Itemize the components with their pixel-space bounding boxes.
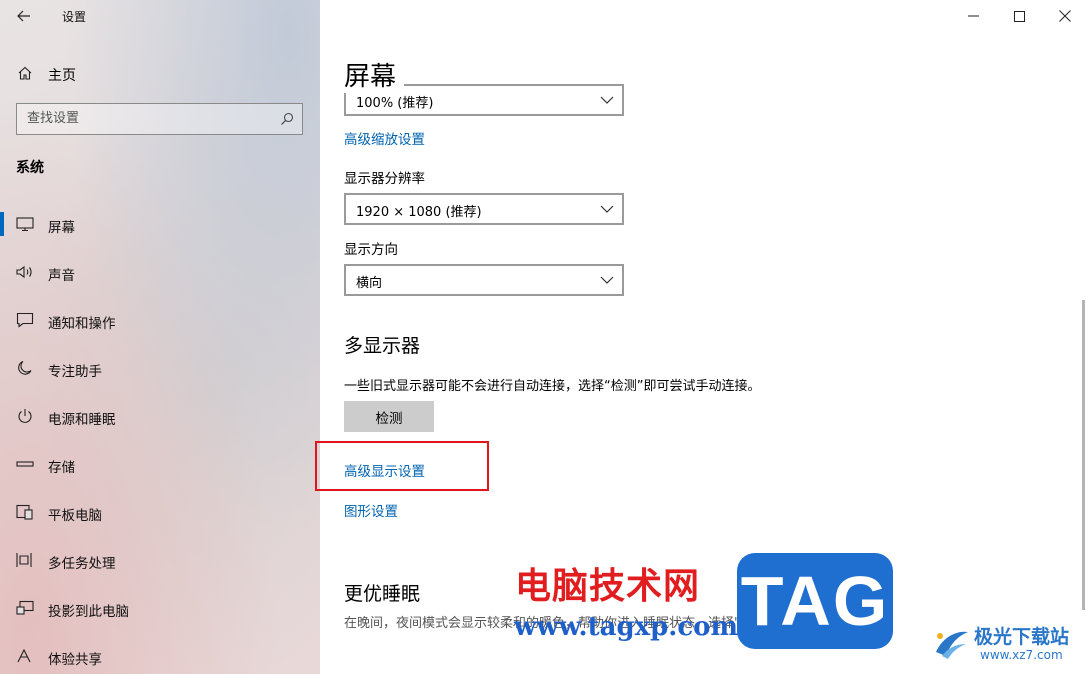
sidebar-item-home[interactable]: 主页 bbox=[0, 56, 320, 90]
search-box[interactable] bbox=[16, 103, 303, 135]
sidebar-item-shared-experiences[interactable]: 体验共享 bbox=[0, 632, 320, 674]
sidebar-item-focus-assist[interactable]: 专注助手 bbox=[0, 344, 320, 392]
sidebar-item-power[interactable]: 电源和睡眠 bbox=[0, 392, 320, 440]
scale-value: 100% (推荐) bbox=[356, 96, 434, 111]
orientation-label: 显示方向 bbox=[344, 242, 398, 258]
back-button[interactable] bbox=[10, 4, 38, 28]
monitor-icon bbox=[16, 217, 34, 232]
sleep-heading: 更优睡眠 bbox=[344, 583, 421, 605]
resolution-dropdown[interactable]: 1920 × 1080 (推荐) bbox=[344, 193, 624, 225]
sidebar-item-multitasking[interactable]: 多任务处理 bbox=[0, 536, 320, 584]
home-icon bbox=[18, 66, 32, 80]
sidebar-item-label: 电源和睡眠 bbox=[48, 412, 116, 428]
section-title: 系统 bbox=[16, 160, 44, 176]
orientation-dropdown[interactable]: 横向 bbox=[344, 264, 624, 296]
advanced-scaling-link[interactable]: 高级缩放设置 bbox=[344, 128, 425, 148]
maximize-icon bbox=[1013, 10, 1025, 22]
multitask-icon bbox=[16, 553, 32, 567]
share-icon bbox=[17, 648, 31, 663]
sidebar-item-label: 屏幕 bbox=[48, 220, 75, 236]
main-content: 100% (推荐) 屏幕 高级缩放设置 显示器分辨率 1920 × 1080 (… bbox=[320, 0, 1088, 674]
power-icon bbox=[18, 409, 32, 423]
minimize-button[interactable] bbox=[950, 0, 996, 32]
watermark-site-url: www.tagxp.com bbox=[514, 612, 739, 642]
sidebar-item-label: 声音 bbox=[48, 268, 75, 284]
app-title: 设置 bbox=[62, 10, 87, 24]
sidebar-item-label: 体验共享 bbox=[48, 652, 102, 668]
sidebar-item-notifications[interactable]: 通知和操作 bbox=[0, 296, 320, 344]
watermark-jg-title: 极光下载站 bbox=[974, 626, 1070, 648]
maximize-button[interactable] bbox=[996, 0, 1042, 32]
title-bar: 设置 bbox=[0, 0, 320, 32]
sidebar-nav: 屏幕 声音 通知和操作 专注助手 电源和睡眠 存储 平板电脑 多任务处理 投影到… bbox=[0, 200, 320, 674]
watermark-jg-url: www.xz7.com bbox=[980, 648, 1063, 662]
sidebar-item-project[interactable]: 投影到此电脑 bbox=[0, 584, 320, 632]
sidebar-item-label: 主页 bbox=[48, 68, 76, 84]
sidebar-item-label: 多任务处理 bbox=[48, 556, 116, 572]
watermark-jg-logo: 极光下载站 www.xz7.com bbox=[926, 620, 1086, 668]
graphics-settings-link[interactable]: 图形设置 bbox=[344, 500, 398, 520]
search-icon[interactable] bbox=[280, 112, 294, 126]
resolution-label: 显示器分辨率 bbox=[344, 171, 425, 187]
sidebar: 设置 主页 系统 屏幕 声音 通知和操作 专注助手 电源和睡眠 bbox=[0, 0, 320, 674]
chevron-down-icon bbox=[600, 96, 614, 104]
orientation-value: 横向 bbox=[356, 276, 383, 291]
search-input[interactable] bbox=[17, 104, 272, 133]
sidebar-item-label: 平板电脑 bbox=[48, 508, 102, 524]
watermark-site-name: 电脑技术网 bbox=[515, 566, 701, 607]
chevron-down-icon bbox=[600, 205, 614, 213]
speaker-icon bbox=[16, 265, 32, 279]
multi-display-description: 一些旧式显示器可能不会进行自动连接，选择“检测”即可尝试手动连接。 bbox=[344, 379, 761, 394]
sidebar-item-sound[interactable]: 声音 bbox=[0, 248, 320, 296]
scrollbar[interactable] bbox=[1082, 300, 1085, 610]
close-button[interactable] bbox=[1042, 0, 1088, 32]
sidebar-item-display[interactable]: 屏幕 bbox=[0, 200, 320, 248]
multi-display-heading: 多显示器 bbox=[344, 335, 421, 357]
close-icon bbox=[1059, 10, 1071, 22]
highlight-annotation-box bbox=[315, 441, 489, 491]
tablet-icon bbox=[16, 504, 33, 520]
detect-button[interactable]: 检测 bbox=[344, 401, 434, 432]
aurora-logo-icon bbox=[936, 631, 968, 659]
minimize-icon bbox=[967, 15, 979, 17]
page-title: 屏幕 bbox=[344, 56, 405, 93]
message-icon bbox=[16, 312, 34, 328]
arrow-left-icon bbox=[17, 10, 30, 22]
storage-icon bbox=[16, 461, 34, 467]
moon-icon bbox=[18, 360, 32, 375]
sidebar-item-label: 存储 bbox=[48, 460, 75, 476]
resolution-value: 1920 × 1080 (推荐) bbox=[356, 205, 482, 220]
sidebar-item-label: 通知和操作 bbox=[48, 316, 116, 332]
sidebar-item-label: 投影到此电脑 bbox=[48, 604, 129, 620]
sidebar-item-storage[interactable]: 存储 bbox=[0, 440, 320, 488]
watermark-tag-logo: TAG bbox=[737, 553, 893, 649]
chevron-down-icon bbox=[600, 276, 614, 284]
project-icon bbox=[16, 600, 34, 615]
sidebar-item-label: 专注助手 bbox=[48, 364, 102, 380]
sidebar-item-tablet[interactable]: 平板电脑 bbox=[0, 488, 320, 536]
